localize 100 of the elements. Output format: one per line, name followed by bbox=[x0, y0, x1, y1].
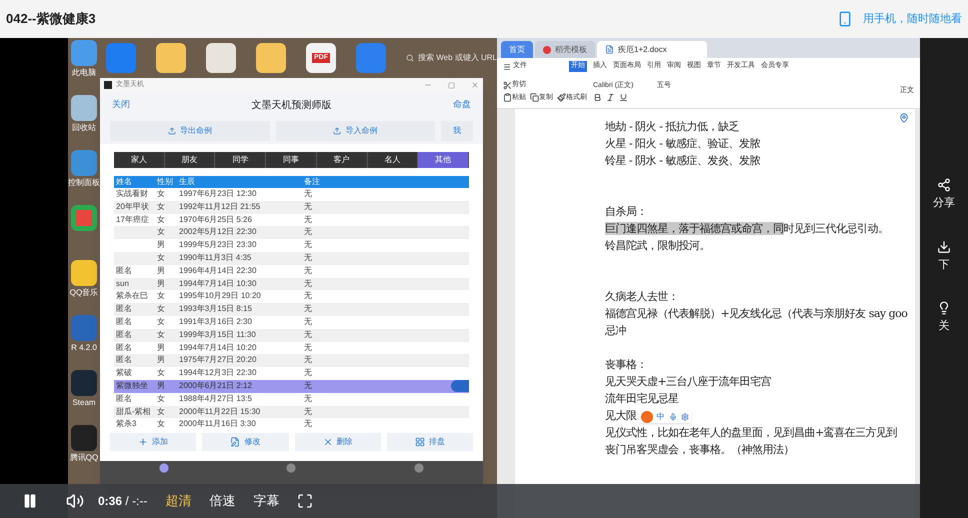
table-cell: 1994年12月3日 22:30 bbox=[179, 368, 256, 378]
table-row[interactable]: sun 男 1994年7月14日 10:30 无 bbox=[114, 278, 469, 290]
table-cell: 匿名 bbox=[116, 316, 132, 326]
table-cell: 20年甲状 bbox=[116, 202, 149, 211]
table-cell: 无 bbox=[304, 342, 312, 352]
side-action-button[interactable]: 关 bbox=[937, 301, 951, 334]
table-row[interactable]: 甜瓜-紫相 女 2000年11月22日 15:30 无 bbox=[114, 406, 469, 418]
side-action-button[interactable]: 下 bbox=[937, 240, 951, 273]
video-title: 042--紫微健康3 bbox=[6, 10, 96, 28]
table-cell: 1970年6月25日 5:26 bbox=[179, 214, 252, 224]
player-option-button[interactable]: 超清 bbox=[165, 491, 192, 511]
player-option-button[interactable]: 字幕 bbox=[253, 491, 280, 511]
import-export-button[interactable]: 导入命例 bbox=[276, 121, 435, 141]
table-cell: 女 bbox=[157, 368, 165, 378]
table-row[interactable]: 女 1990年11月3日 4:35 无 bbox=[114, 252, 469, 265]
desktop-app-icon[interactable] bbox=[71, 205, 97, 231]
table-cell: 2000年11月16日 3:30 bbox=[179, 419, 256, 428]
table-cell: 匿名 bbox=[116, 330, 132, 339]
table-cell: 无 bbox=[304, 419, 312, 428]
table-cell: 1991年3月16日 2:30 bbox=[179, 316, 252, 326]
table-cell: 1990年11月3日 4:35 bbox=[179, 252, 252, 262]
document-line: 自杀局： bbox=[605, 204, 647, 220]
desktop-app-icon[interactable] bbox=[71, 370, 97, 396]
playback-time: 0:36 / -:-- bbox=[98, 493, 148, 510]
document-line: 铃星 - 阴水 - 敏感症、发炎、发脓 bbox=[605, 153, 760, 170]
desktop-icon-label: 腾讯QQ bbox=[70, 453, 98, 463]
column-header: 备注 bbox=[304, 176, 321, 188]
desktop-shortcut-icon[interactable] bbox=[206, 43, 236, 73]
document-tab[interactable]: 疾厄1+2.docx bbox=[597, 41, 707, 58]
column-header: 姓名 bbox=[115, 176, 133, 188]
table-cell: 匿名 bbox=[116, 266, 132, 275]
table-action-button[interactable]: 排盘 bbox=[386, 433, 473, 452]
clipboard-icon bbox=[503, 93, 512, 102]
table-cell: 女 bbox=[157, 419, 165, 428]
table-action-button[interactable]: 修改 bbox=[202, 433, 288, 452]
table-cell: 男 bbox=[157, 380, 165, 390]
desktop-app-icon[interactable] bbox=[70, 425, 97, 451]
nav-tab-icon[interactable] bbox=[414, 463, 424, 473]
document-tab[interactable]: 稻壳模板 bbox=[535, 41, 595, 58]
volume-icon[interactable] bbox=[66, 492, 84, 510]
desktop-shortcut-icon[interactable] bbox=[156, 43, 186, 73]
table-row[interactable]: 匿名 男 1975年7月27日 20:20 无 bbox=[114, 354, 469, 368]
table-cell: 1992年11月12日 21:55 bbox=[179, 202, 260, 211]
table-cell: 女 bbox=[157, 316, 165, 326]
desktop-shortcut-icon[interactable] bbox=[256, 43, 286, 73]
table-cell: 1975年7月27日 20:20 bbox=[179, 355, 256, 364]
side-action-button[interactable]: 分享 bbox=[933, 178, 955, 212]
table-action-button[interactable]: 删除 bbox=[294, 433, 381, 452]
close-link[interactable]: 关闭 bbox=[112, 98, 130, 112]
table-row[interactable]: 匿名 男 1994年7月14日 10:20 无 bbox=[114, 342, 469, 354]
table-row[interactable]: 17年癌症 女 1970年6月25日 5:26 无 bbox=[114, 214, 469, 226]
table-row[interactable]: 匿名 女 1993年3月15日 8:15 无 bbox=[114, 303, 469, 316]
desktop-app-icon[interactable] bbox=[71, 150, 97, 176]
app-logo-icon bbox=[104, 81, 112, 89]
close-icon bbox=[322, 437, 333, 448]
table-cell: 男 bbox=[157, 240, 165, 250]
document-line: 见大限 bbox=[605, 408, 636, 424]
desktop-icon-label: R 4.2.0 bbox=[71, 343, 97, 353]
table-cell: 紫微独坐 bbox=[116, 380, 148, 390]
import-export-button[interactable]: 导出命例 bbox=[110, 121, 270, 141]
table-cell: 男 bbox=[157, 278, 165, 288]
table-cell: 1994年7月14日 10:30 bbox=[179, 278, 256, 288]
table-cell: 女 bbox=[157, 214, 165, 224]
close-icon[interactable] bbox=[471, 81, 479, 89]
document-line: 流年田宅见忌星 bbox=[605, 391, 678, 408]
desktop-app-icon[interactable] bbox=[71, 40, 97, 66]
table-cell: 1995年10月29日 10:20 bbox=[179, 291, 261, 300]
table-action-button[interactable]: 添加 bbox=[110, 433, 196, 452]
me-button[interactable]: 我 bbox=[441, 121, 473, 141]
location-pin-icon[interactable] bbox=[899, 113, 910, 123]
table-row[interactable]: 女 2002年5月12日 22:30 无 bbox=[114, 226, 469, 240]
table-row[interactable]: 匿名 女 1999年3月15日 11:30 无 bbox=[114, 328, 469, 342]
category-tab[interactable]: 其他 bbox=[418, 152, 470, 168]
underline-icon[interactable] bbox=[619, 93, 628, 102]
pause-button[interactable] bbox=[22, 493, 38, 509]
side-handle-icon[interactable] bbox=[451, 380, 469, 392]
nav-tab-icon[interactable] bbox=[158, 463, 169, 473]
table-cell: 女 bbox=[157, 406, 165, 416]
table-row[interactable]: 紫微独坐 男 2000年6月21日 2:12 无 bbox=[114, 380, 469, 393]
bold-icon[interactable] bbox=[593, 93, 602, 102]
table-cell: sun bbox=[116, 278, 129, 288]
fullscreen-icon[interactable] bbox=[297, 493, 314, 509]
search-icon bbox=[406, 54, 414, 62]
player-option-button[interactable]: 倍速 bbox=[209, 491, 236, 511]
table-row[interactable]: 20年甲状 女 1992年11月12日 21:55 无 bbox=[114, 200, 469, 214]
maximize-icon[interactable] bbox=[448, 82, 455, 88]
table-cell: 无 bbox=[304, 368, 312, 378]
table-cell: 2000年6月21日 2:12 bbox=[179, 380, 252, 390]
nav-tab-icon[interactable] bbox=[286, 463, 296, 473]
table-cell: 女 bbox=[157, 330, 165, 339]
table-cell: 无 bbox=[304, 189, 312, 198]
document-tab[interactable]: 首页 bbox=[501, 41, 533, 58]
scissors-icon bbox=[503, 80, 512, 90]
input-method-toolbar[interactable]: 中 bbox=[638, 410, 690, 422]
desktop-app-icon[interactable] bbox=[70, 260, 97, 286]
desktop-app-icon[interactable] bbox=[71, 95, 97, 121]
chart-link[interactable]: 命盘 bbox=[453, 98, 471, 112]
document-line: 丧事格： bbox=[605, 357, 647, 374]
italic-icon[interactable] bbox=[606, 93, 615, 102]
document-line: 见仪式性，比如在老年人的盘里面，见到昌曲+鸾喜在三方见到 bbox=[605, 425, 898, 442]
